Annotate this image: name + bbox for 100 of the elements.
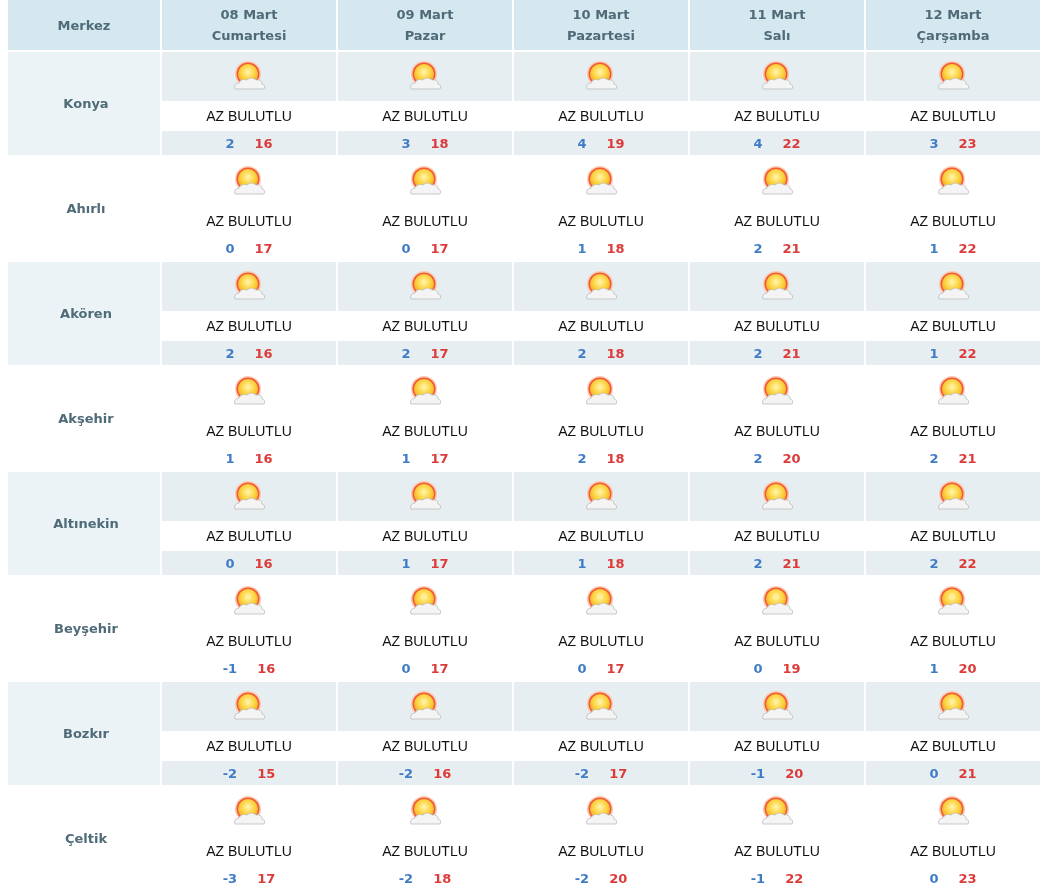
weather-condition: AZ BULUTLU (382, 423, 468, 439)
weather-condition: AZ BULUTLU (910, 633, 996, 649)
max-temperature: 17 (257, 870, 276, 886)
city-name: Beyşehir (54, 621, 118, 636)
min-temperature: 3 (401, 135, 411, 151)
weather-condition: AZ BULUTLU (206, 843, 292, 859)
weather-condition: AZ BULUTLU (206, 738, 292, 754)
weather-condition: AZ BULUTLU (734, 528, 820, 544)
max-temperature: 17 (430, 450, 449, 466)
min-temperature: -2 (574, 765, 590, 781)
min-temperature: 1 (401, 450, 411, 466)
weather-condition: AZ BULUTLU (382, 318, 468, 334)
min-temperature: -1 (750, 870, 766, 886)
min-temperature: -3 (222, 870, 238, 886)
max-temperature: 18 (606, 555, 625, 571)
min-temperature: 4 (577, 135, 587, 151)
weather-condition: AZ BULUTLU (910, 528, 996, 544)
weather-condition: AZ BULUTLU (558, 213, 644, 229)
min-temperature: 2 (577, 345, 587, 361)
weather-condition: AZ BULUTLU (910, 423, 996, 439)
min-temperature: 3 (929, 135, 939, 151)
max-temperature: 21 (782, 555, 801, 571)
max-temperature: 20 (958, 660, 977, 676)
min-temperature: -2 (398, 765, 414, 781)
min-temperature: 2 (929, 450, 939, 466)
city-name: Konya (63, 96, 109, 111)
weekday-label: Pazar (403, 27, 447, 45)
max-temperature: 15 (257, 765, 276, 781)
weather-condition: AZ BULUTLU (734, 318, 820, 334)
weather-condition: AZ BULUTLU (382, 843, 468, 859)
weather-condition: AZ BULUTLU (382, 528, 468, 544)
max-temperature: 20 (785, 765, 804, 781)
min-temperature: 2 (401, 345, 411, 361)
min-temperature: 4 (753, 135, 763, 151)
min-temperature: 1 (929, 660, 939, 676)
max-temperature: 20 (782, 450, 801, 466)
city-name: Ahırlı (66, 201, 106, 216)
max-temperature: 19 (606, 135, 625, 151)
min-temperature: 1 (929, 240, 939, 256)
date-label: 11 Mart (747, 6, 807, 24)
date-label: 12 Mart (923, 6, 983, 24)
max-temperature: 16 (257, 660, 276, 676)
max-temperature: 18 (606, 240, 625, 256)
max-temperature: 22 (785, 870, 804, 886)
max-temperature: 16 (433, 765, 452, 781)
max-temperature: 21 (782, 240, 801, 256)
weather-condition: AZ BULUTLU (734, 423, 820, 439)
city-name: Bozkır (63, 726, 109, 741)
date-label: 08 Mart (219, 6, 279, 24)
max-temperature: 19 (782, 660, 801, 676)
weather-condition: AZ BULUTLU (734, 738, 820, 754)
min-temperature: 0 (401, 240, 411, 256)
weekday-label: Çarşamba (915, 27, 991, 45)
date-label: 09 Mart (395, 6, 455, 24)
max-temperature: 21 (958, 450, 977, 466)
weekday-label: Salı (762, 27, 792, 45)
max-temperature: 16 (254, 135, 273, 151)
weather-condition: AZ BULUTLU (734, 108, 820, 124)
min-temperature: 2 (753, 345, 763, 361)
max-temperature: 23 (958, 135, 977, 151)
city-name: Akören (60, 306, 112, 321)
min-temperature: 1 (577, 240, 587, 256)
min-temperature: 0 (753, 660, 763, 676)
max-temperature: 17 (430, 345, 449, 361)
weather-condition: AZ BULUTLU (910, 738, 996, 754)
max-temperature: 22 (958, 345, 977, 361)
max-temperature: 18 (606, 345, 625, 361)
max-temperature: 17 (430, 660, 449, 676)
city-name: Akşehir (58, 411, 114, 426)
min-temperature: 0 (225, 240, 235, 256)
min-temperature: 0 (929, 765, 939, 781)
min-temperature: 2 (225, 345, 235, 361)
weather-condition: AZ BULUTLU (206, 423, 292, 439)
date-label: 10 Mart (571, 6, 631, 24)
min-temperature: 1 (929, 345, 939, 361)
weather-condition: AZ BULUTLU (382, 108, 468, 124)
weather-condition: AZ BULUTLU (910, 108, 996, 124)
weather-condition: AZ BULUTLU (558, 738, 644, 754)
weather-condition: AZ BULUTLU (206, 633, 292, 649)
min-temperature: -1 (750, 765, 766, 781)
weather-condition: AZ BULUTLU (206, 318, 292, 334)
min-temperature: 2 (753, 555, 763, 571)
max-temperature: 17 (609, 765, 628, 781)
weather-condition: AZ BULUTLU (558, 423, 644, 439)
max-temperature: 18 (606, 450, 625, 466)
min-temperature: 1 (401, 555, 411, 571)
city-name: Altınekin (53, 516, 119, 531)
min-temperature: 0 (225, 555, 235, 571)
weather-condition: AZ BULUTLU (558, 633, 644, 649)
max-temperature: 18 (430, 135, 449, 151)
weather-condition: AZ BULUTLU (206, 528, 292, 544)
max-temperature: 22 (782, 135, 801, 151)
city-name: Çeltik (64, 831, 108, 846)
min-temperature: -2 (222, 765, 238, 781)
weather-condition: AZ BULUTLU (206, 108, 292, 124)
max-temperature: 18 (433, 870, 452, 886)
weather-condition: AZ BULUTLU (558, 318, 644, 334)
weather-condition: AZ BULUTLU (734, 633, 820, 649)
weather-condition: AZ BULUTLU (910, 213, 996, 229)
weekday-label: Pazartesi (566, 27, 636, 45)
